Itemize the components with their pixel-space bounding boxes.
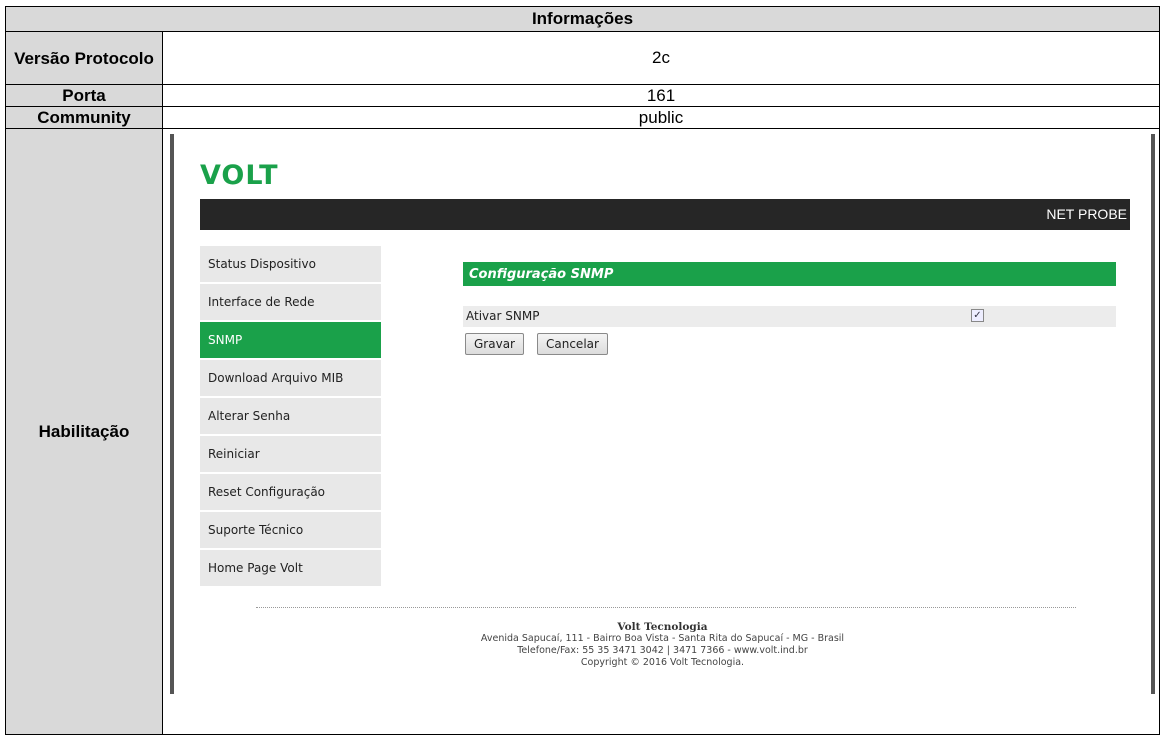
label-enable: Habilitação [5,128,163,735]
product-title: NET PROBE [1046,206,1127,222]
label-port: Porta [5,84,163,107]
volt-logo: VOLT [200,160,279,190]
screenshot-cell: VOLT NET PROBE Status Dispositivo Interfa… [162,128,1160,735]
label-protocol-version: Versão Protocolo [5,31,163,85]
table-header: Informações [5,6,1160,32]
menu-item-reiniciar[interactable]: Reiniciar [200,436,381,474]
value-community: public [162,106,1160,129]
snmp-enable-row: Ativar SNMP ✓ [463,306,1116,327]
menu-item-interface-de-rede[interactable]: Interface de Rede [200,284,381,322]
footer-copyright: Copyright © 2016 Volt Tecnologia. [580,657,745,668]
netprobe-web-ui: VOLT NET PROBE Status Dispositivo Interfa… [170,134,1155,694]
label-community: Community [5,106,163,129]
footer-phone: Telefone/Fax: 55 35 3471 3042 | 3471 736… [517,645,808,656]
panel-title: Configuração SNMP [463,262,1116,286]
snmp-enable-label: Ativar SNMP [466,309,540,323]
footer-company: Volt Tecnologia [617,621,708,633]
menu-item-home-page-volt[interactable]: Home Page Volt [200,550,381,588]
menu-item-suporte-t-cnico[interactable]: Suporte Técnico [200,512,381,550]
footer-divider [256,607,1076,608]
info-table: Informações Versão Protocolo 2c Porta 16… [5,6,1160,735]
volt-logo-text: VOLT [200,160,279,190]
menu-item-alterar-senha[interactable]: Alterar Senha [200,398,381,436]
snmp-enable-checkbox[interactable]: ✓ [971,309,984,322]
menu-item-reset-configura-o[interactable]: Reset Configuração [200,474,381,512]
footer: Volt Tecnologia Avenida Sapucaí, 111 - B… [174,621,1151,669]
value-port: 161 [162,84,1160,107]
side-menu: Status Dispositivo Interface de Rede SNMP D… [200,246,381,588]
menu-item-status-dispositivo[interactable]: Status Dispositivo [200,246,381,284]
value-protocol-version: 2c [162,31,1160,85]
cancel-button[interactable]: Cancelar [537,333,608,355]
menu-item-download-arquivo-mib[interactable]: Download Arquivo MIB [200,360,381,398]
menu-item-snmp[interactable]: SNMP [200,322,381,360]
save-button[interactable]: Gravar [465,333,524,355]
top-banner: NET PROBE [200,199,1130,230]
footer-address: Avenida Sapucaí, 111 - Bairro Boa Vista … [480,633,845,644]
